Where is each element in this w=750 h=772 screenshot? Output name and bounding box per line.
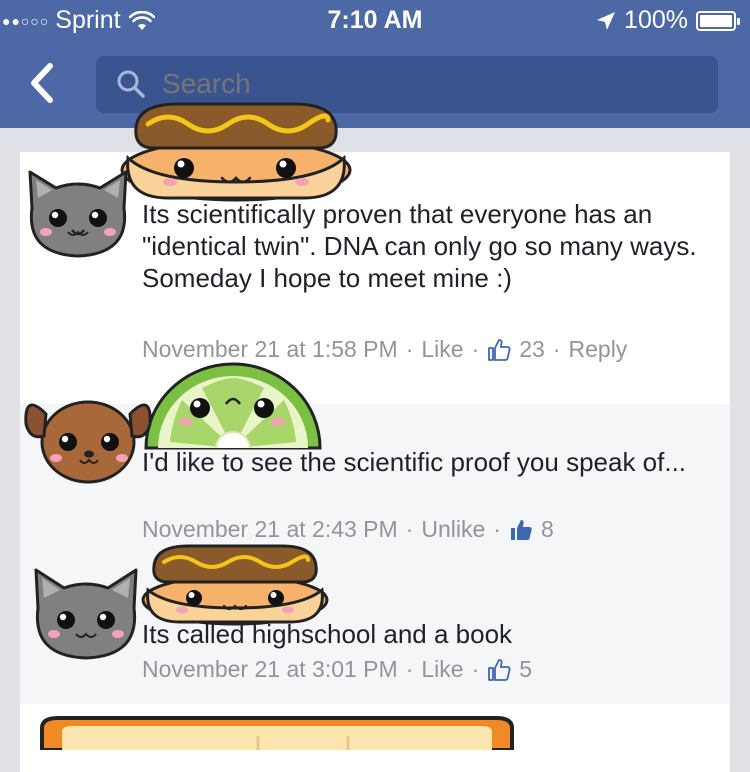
meta-separator: · (405, 516, 414, 542)
meta-separator: · (405, 656, 414, 682)
meta-separator: · (471, 336, 480, 362)
thumbs-up-filled-icon (510, 519, 532, 540)
meta-separator: · (493, 516, 501, 542)
comment-date[interactable]: November 21 at 1:58 PM (142, 336, 398, 363)
like-button[interactable]: Like (421, 336, 463, 363)
hotdog-sticker-icon (141, 544, 329, 626)
location-arrow-icon (597, 11, 616, 30)
search-icon (117, 70, 145, 98)
status-right: 100% (596, 6, 740, 35)
comment-meta: November 21 at 3:01 PM · Like · 5 (142, 656, 532, 683)
comment-text: Its scientifically proven that everyone … (142, 199, 697, 293)
meta-separator: · (405, 336, 414, 362)
hotdog-sticker-icon (120, 102, 352, 202)
like-count: 8 (540, 516, 554, 542)
battery-percent: 100% (624, 6, 688, 34)
comment-meta: November 21 at 1:58 PM · Like · 23 · Rep… (142, 336, 627, 363)
cat-avatar-icon[interactable] (30, 566, 142, 662)
comment-meta: November 21 at 2:43 PM · Unlike · 8 (142, 516, 554, 543)
like-count: 23 (519, 336, 545, 362)
meta-separator: · (471, 656, 480, 682)
comment-date[interactable]: November 21 at 3:01 PM (142, 656, 398, 683)
comment-date[interactable]: November 21 at 2:43 PM (142, 516, 398, 543)
search-input[interactable] (162, 68, 682, 100)
like-button[interactable]: Like (421, 656, 463, 683)
like-count: 5 (519, 656, 533, 682)
back-chevron-icon[interactable] (22, 60, 68, 106)
thumbs-up-icon (488, 338, 511, 361)
lime-slice-sticker-icon (144, 362, 322, 450)
navigation-bar (0, 40, 750, 128)
battery-icon (696, 10, 740, 31)
unlike-button[interactable]: Unlike (421, 516, 485, 543)
meta-separator: · (552, 336, 561, 362)
status-bar: ●●○○○ Sprint 7:10 AM 100% (0, 0, 750, 40)
thumbs-up-icon (488, 658, 511, 681)
cat-avatar-icon[interactable] (24, 168, 132, 260)
reply-button[interactable]: Reply (569, 336, 628, 363)
dog-avatar-icon[interactable] (22, 384, 154, 484)
bread-sticker-icon (40, 716, 514, 750)
